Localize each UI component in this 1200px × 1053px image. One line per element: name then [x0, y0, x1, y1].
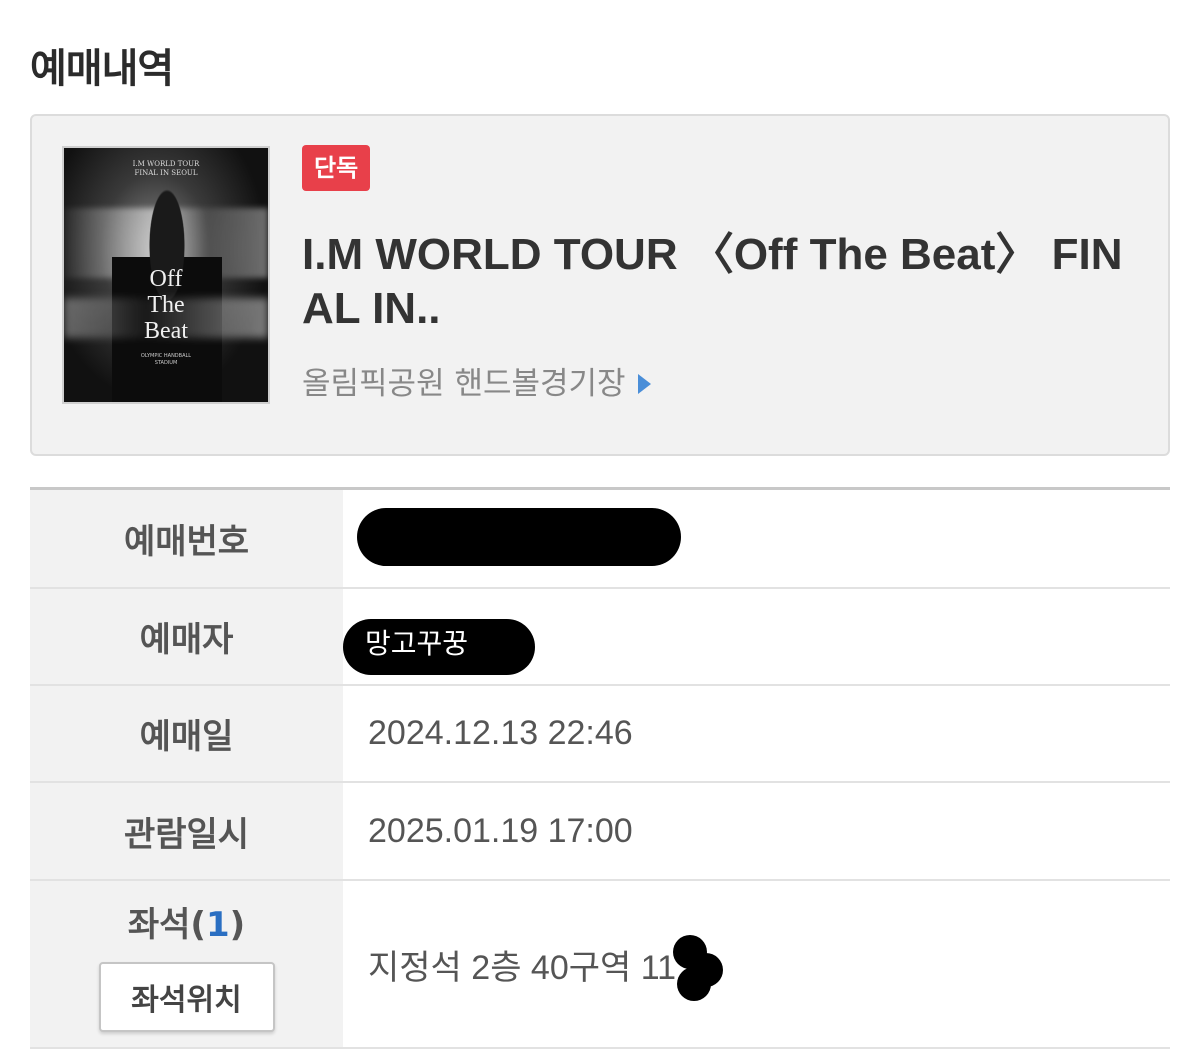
table-row: 예매자 망고꾸꿍: [30, 589, 1170, 686]
poster-title: Off The Beat: [64, 266, 268, 344]
event-title[interactable]: I.M WORLD TOUR 〈Off The Beat〉 FINAL IN..: [302, 228, 1142, 336]
triangle-right-icon: [637, 374, 651, 394]
poster-venue-line: OLYMPIC HANDBALL: [140, 353, 192, 359]
viewing-date-value: 2025.01.19 17:00: [368, 811, 633, 850]
venue-link[interactable]: 올림픽공원 핸드볼경기장: [302, 364, 651, 404]
booking-number-label: 예매번호: [30, 490, 343, 587]
table-row: 좌석(1) 좌석위치 지정석 2층 40구역 11: [30, 881, 1170, 1049]
seat-label-cell: 좌석(1) 좌석위치: [30, 881, 343, 1047]
redaction-mark: [677, 967, 711, 1001]
seat-label: 좌석(1): [127, 904, 246, 945]
table-row: 예매일 2024.12.13 22:46: [30, 686, 1170, 783]
table-row: 예매번호: [30, 490, 1170, 589]
poster-title-line: The: [147, 292, 185, 318]
seat-label-text: 좌석: [127, 904, 191, 945]
seat-location-button[interactable]: 좌석위치: [98, 961, 275, 1032]
poster-header-line: FINAL IN SEOUL: [134, 169, 198, 177]
poster-title-line: Beat: [144, 318, 188, 344]
seat-value-cell: 지정석 2층 40구역 11: [343, 881, 1170, 1047]
viewing-date-label: 관람일시: [30, 783, 343, 879]
seat-count: 1: [205, 904, 230, 945]
poster-header: I.M WORLD TOUR FINAL IN SEOUL: [64, 160, 268, 178]
booker-label: 예매자: [30, 589, 343, 684]
table-row: 관람일시 2025.01.19 17:00: [30, 783, 1170, 881]
booker-name: 망고꾸꿍: [365, 628, 469, 659]
booker-value: 망고꾸꿍: [343, 589, 1170, 684]
redaction-mark: [357, 508, 681, 566]
poster-venue-line: STADIUM: [154, 360, 178, 366]
poster-header-line: I.M WORLD TOUR: [132, 160, 200, 168]
booking-details-table: 예매번호 예매자 망고꾸꿍 예매일 2024.12.13 22:46 관람일시 …: [30, 487, 1170, 1049]
booking-number-value: [343, 490, 1170, 587]
poster-title-line: Off: [149, 266, 183, 292]
poster-venue: OLYMPIC HANDBALL STADIUM: [64, 353, 268, 367]
booking-date-value: 2024.12.13 22:46: [368, 714, 633, 752]
exclusive-badge: 단독: [302, 145, 371, 191]
venue-name: 올림픽공원 핸드볼경기장: [302, 366, 626, 402]
event-card[interactable]: I.M WORLD TOUR FINAL IN SEOUL Off The Be…: [30, 114, 1170, 456]
seat-value: 지정석 2층 40구역 11: [368, 948, 677, 987]
booking-date-label: 예매일: [30, 686, 343, 781]
event-poster[interactable]: I.M WORLD TOUR FINAL IN SEOUL Off The Be…: [62, 146, 270, 404]
page-title: 예매내역: [30, 46, 174, 92]
